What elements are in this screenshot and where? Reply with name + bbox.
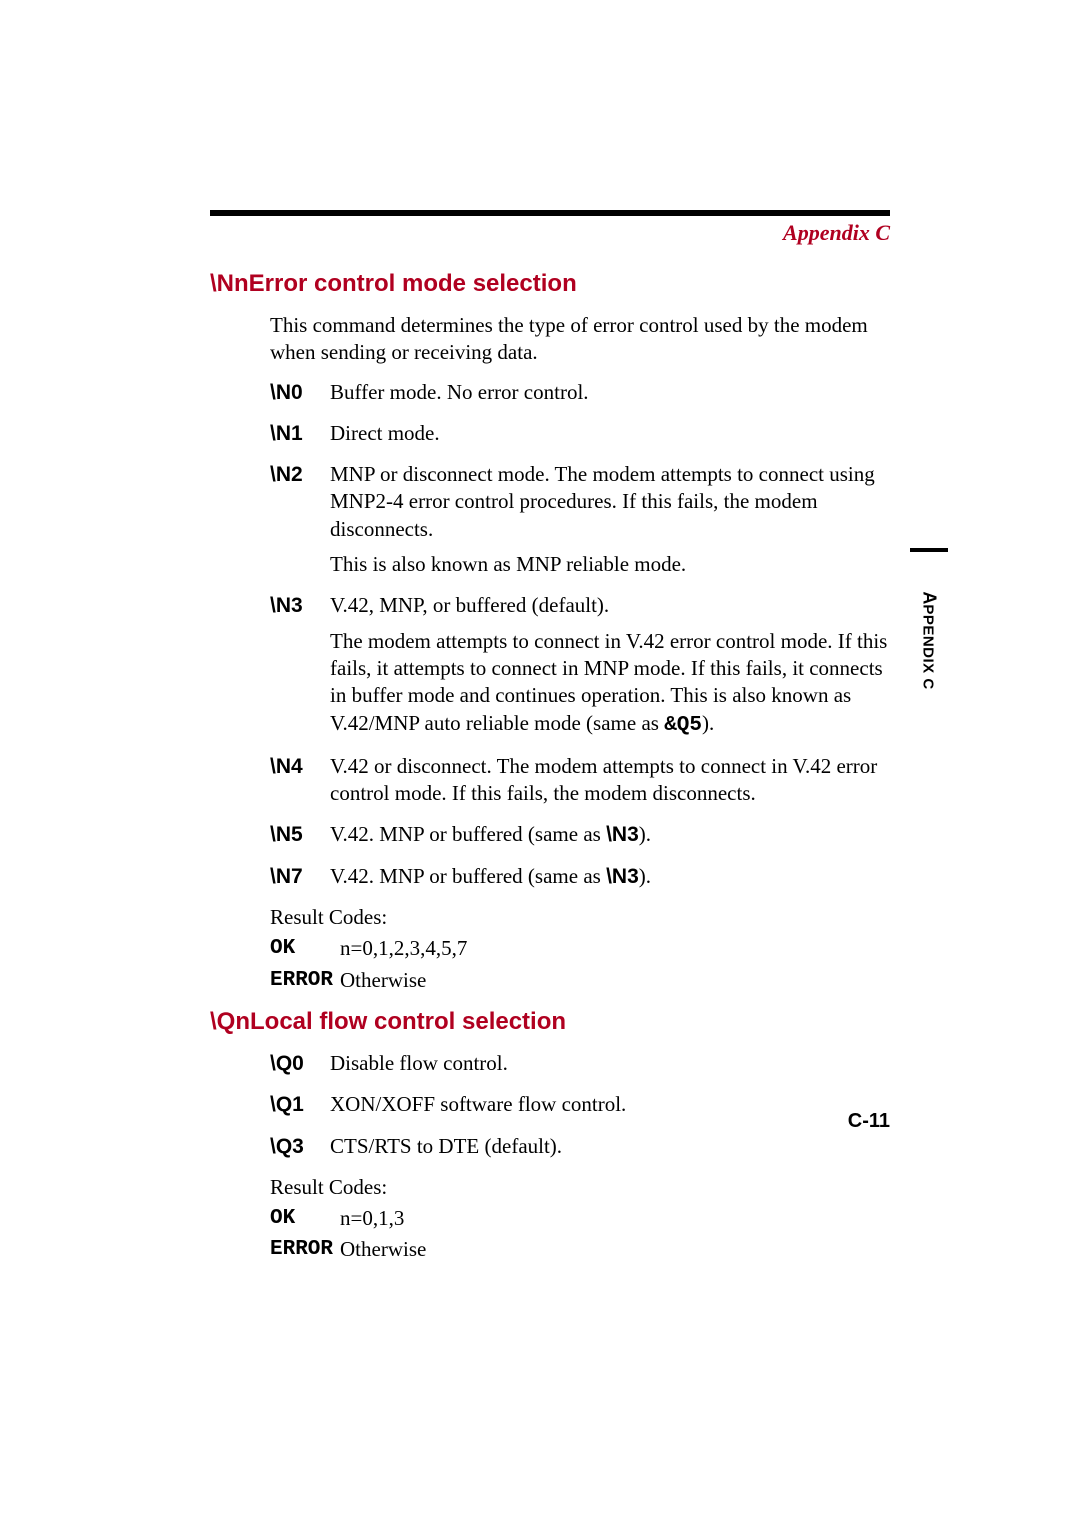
result-row-ok: OK n=0,1,2,3,4,5,7 [270, 935, 890, 962]
def-code: \Q1 [270, 1091, 330, 1126]
def-code: \N1 [270, 420, 330, 455]
side-tab-appendix: APPENDIX C [910, 548, 948, 728]
def-row-n1: \N1 Direct mode. [270, 420, 890, 455]
section2-result-codes-label: Result Codes: [270, 1174, 890, 1201]
def-desc: Disable flow control. [330, 1050, 890, 1085]
def-row-n5: \N5 V.42. MNP or buffered (same as \N3). [270, 821, 890, 856]
def-code: \N5 [270, 821, 330, 856]
result-desc: Otherwise [340, 1236, 890, 1263]
def-desc: V.42, MNP, or buffered (default). The mo… [330, 592, 890, 746]
def-desc: V.42 or disconnect. The modem attempts t… [330, 753, 890, 816]
def-desc: V.42. MNP or buffered (same as \N3). [330, 863, 890, 898]
section1-intro: This command determines the type of erro… [270, 312, 890, 367]
side-tab-letter: A [920, 591, 940, 604]
result-code: ERROR [270, 967, 340, 994]
section1-result-codes-label: Result Codes: [270, 904, 890, 931]
result-row-error: ERROR Otherwise [270, 967, 890, 994]
def-desc: XON/XOFF software flow control. [330, 1091, 890, 1126]
def-desc: V.42. MNP or buffered (same as \N3). [330, 821, 890, 856]
def-code: \N3 [270, 592, 330, 746]
result-row-error-2: ERROR Otherwise [270, 1236, 890, 1263]
section-title-qn: \QnLocal flow control selection [210, 1008, 890, 1036]
def-code: \Q3 [270, 1133, 330, 1168]
def-code: \Q0 [270, 1050, 330, 1085]
def-code: \N7 [270, 863, 330, 898]
result-code: OK [270, 935, 340, 962]
result-desc: n=0,1,3 [340, 1205, 890, 1232]
def-row-n4: \N4 V.42 or disconnect. The modem attemp… [270, 753, 890, 816]
side-tab-rest: PPENDIX C [920, 604, 937, 689]
result-row-ok-2: OK n=0,1,3 [270, 1205, 890, 1232]
def-row-q0: \Q0 Disable flow control. [270, 1050, 890, 1085]
def-row-n0: \N0 Buffer mode. No error control. [270, 379, 890, 414]
def-code: \N2 [270, 461, 330, 586]
def-row-n3: \N3 V.42, MNP, or buffered (default). Th… [270, 592, 890, 746]
page-number: C-11 [848, 1110, 890, 1133]
result-desc: Otherwise [340, 967, 890, 994]
result-code: OK [270, 1205, 340, 1232]
result-code: ERROR [270, 1236, 340, 1263]
header-appendix-label: Appendix C [210, 220, 890, 246]
section-title-nn: \NnError control mode selection [210, 270, 890, 298]
page-content: Appendix C \NnError control mode selecti… [210, 210, 890, 1268]
def-desc: Buffer mode. No error control. [330, 379, 890, 414]
def-row-n7: \N7 V.42. MNP or buffered (same as \N3). [270, 863, 890, 898]
result-desc: n=0,1,2,3,4,5,7 [340, 935, 890, 962]
def-code: \N0 [270, 379, 330, 414]
def-desc: MNP or disconnect mode. The modem attemp… [330, 461, 890, 586]
def-row-q3: \Q3 CTS/RTS to DTE (default). [270, 1133, 890, 1168]
def-row-q1: \Q1 XON/XOFF software flow control. [270, 1091, 890, 1126]
header-rule [210, 210, 890, 216]
def-desc: CTS/RTS to DTE (default). [330, 1133, 890, 1168]
def-row-n2: \N2 MNP or disconnect mode. The modem at… [270, 461, 890, 586]
def-code: \N4 [270, 753, 330, 816]
def-desc: Direct mode. [330, 420, 890, 455]
